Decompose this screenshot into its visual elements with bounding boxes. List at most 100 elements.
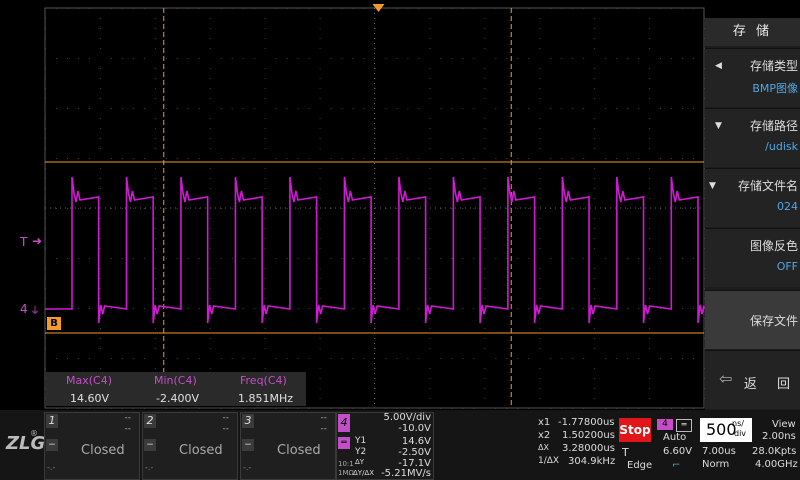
channel-3-panel[interactable]: 3 -- -- − Closed -.- — [240, 412, 336, 480]
timebase-panel[interactable]: 500 ns/ div 7.00us Norm View 2.00ns 28.0… — [698, 417, 800, 477]
grid-dot — [209, 18, 211, 19]
grid-dot — [154, 178, 156, 179]
grid-dot — [462, 358, 464, 359]
grid-dot — [429, 228, 431, 229]
grid-dot — [429, 218, 431, 219]
run-stop-button[interactable]: Stop — [619, 418, 651, 442]
measure-value-freq: 1.851MHz — [238, 392, 294, 405]
x2-label: x2 — [538, 430, 551, 441]
waveform-display[interactable] — [0, 0, 800, 480]
grid-dot — [484, 178, 486, 179]
grid-dot — [363, 108, 365, 109]
back-icon: ⇦ — [719, 369, 733, 388]
grid-dot — [99, 328, 101, 329]
grid-dot — [429, 398, 431, 399]
grid-dot — [451, 208, 453, 209]
y1-label: Y1 — [355, 436, 367, 446]
grid-dot — [418, 8, 420, 9]
grid-dot — [660, 158, 662, 159]
grid-dot — [154, 248, 156, 249]
grid-dot — [473, 308, 475, 309]
grid-dot — [451, 258, 453, 259]
grid-dot — [418, 108, 420, 109]
menu-item-back[interactable]: ⇦ 返 回 — [705, 350, 800, 409]
grid-dot — [506, 8, 508, 9]
grid-dot — [649, 388, 651, 389]
grid-dot — [165, 158, 167, 159]
grid-dot — [99, 288, 101, 289]
grid-dot — [341, 358, 343, 359]
sample-rate: 4.00GHz — [755, 459, 798, 470]
grid-dot — [99, 38, 101, 39]
grid-dot — [209, 28, 211, 29]
grid-dot — [429, 168, 431, 169]
grid-dot — [319, 198, 321, 199]
grid-dot — [528, 408, 530, 409]
grid-dot — [220, 58, 222, 59]
channel-4-coupling-icon: ═ — [338, 437, 350, 449]
grid-dot — [682, 258, 684, 259]
grid-dot — [341, 408, 343, 409]
grid-dot — [594, 148, 596, 149]
menu-item-save-type[interactable]: ◀ 存储类型 BMP图像 — [705, 48, 800, 107]
trigger-level-marker[interactable]: T — [20, 235, 27, 249]
grid-dot — [264, 168, 266, 169]
grid-dot — [484, 398, 486, 399]
grid-dot — [627, 108, 629, 109]
grid-dot — [473, 108, 475, 109]
channel-4-panel[interactable]: 4 5.00V/div -10.0V ═ Y1 14.6V Y2 -2.50V … — [336, 412, 434, 480]
channel-offset: -- — [124, 424, 132, 434]
grid-dot — [484, 348, 486, 349]
grid-dot — [176, 8, 178, 9]
grid-dot — [517, 258, 519, 259]
grid-dot — [429, 38, 431, 39]
grid-dot — [209, 78, 211, 79]
channel-coupling-icon: − — [144, 439, 156, 451]
trigger-mode[interactable]: Auto — [663, 432, 686, 443]
grid-dot — [649, 378, 651, 379]
grid-dot — [297, 158, 299, 159]
channel-scale: -- — [222, 413, 230, 423]
grid-dot — [528, 158, 530, 159]
trigger-source-badge[interactable]: 4 — [657, 419, 673, 430]
grid-dot — [550, 108, 552, 109]
grid-dot — [319, 298, 321, 299]
grid-dot — [462, 308, 464, 309]
channel-1-panel[interactable]: 1 -- -- − Closed -.- — [44, 412, 140, 480]
channel-4-ground-marker[interactable]: 4 — [20, 302, 28, 316]
channel-2-panel[interactable]: 2 -- -- − Closed -.- — [142, 412, 238, 480]
grid-dot — [264, 148, 266, 149]
grid-dot — [638, 158, 640, 159]
grid-dot — [165, 108, 167, 109]
grid-dot — [319, 268, 321, 269]
grid-dot — [66, 58, 68, 59]
grid-dot — [627, 58, 629, 59]
grid-dot — [264, 228, 266, 229]
grid-dot — [187, 258, 189, 259]
menu-item-save-file[interactable]: 保存文件 — [705, 290, 800, 349]
grid-dot — [253, 258, 255, 259]
grid-dot — [143, 8, 145, 9]
grid-dot — [121, 8, 123, 9]
grid-dot — [220, 158, 222, 159]
menu-item-file-name[interactable]: ▼ 存储文件名 024 — [705, 168, 800, 227]
grid-dot — [297, 208, 299, 209]
dydx-label: ΔY/ΔX — [353, 469, 375, 477]
grid-dot — [484, 318, 486, 319]
menu-item-invert-image[interactable]: 图像反色 OFF — [705, 228, 800, 287]
grid-dot — [99, 338, 101, 339]
grid-dot — [99, 228, 101, 229]
channel-4-scale: 5.00V/div — [383, 412, 431, 423]
grid-dot — [286, 108, 288, 109]
grid-dot — [495, 258, 497, 259]
grid-dot — [429, 78, 431, 79]
grid-dot — [209, 218, 211, 219]
y2-value: -2.50V — [398, 447, 431, 458]
grid-dot — [66, 8, 68, 9]
grid-dot — [99, 98, 101, 99]
grid-dot — [539, 338, 541, 339]
menu-item-save-path[interactable]: ▼ 存储路径 /udisk — [705, 108, 800, 167]
grid-dot — [154, 88, 156, 89]
grid-dot — [45, 98, 46, 99]
grid-dot — [627, 308, 629, 309]
